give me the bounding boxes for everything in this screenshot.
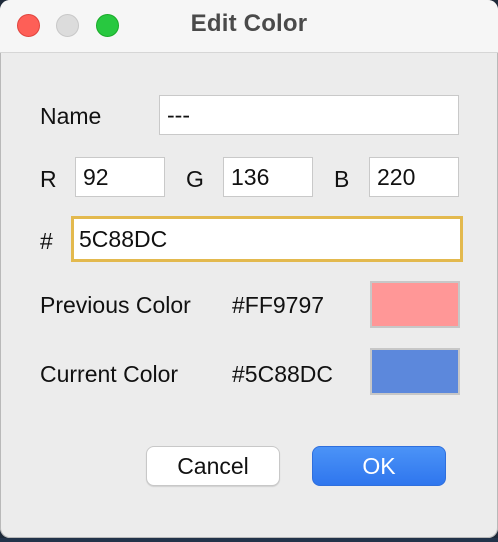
previous-color-label: Previous Color [40, 292, 191, 318]
blue-label: B [334, 166, 350, 192]
title-bar: Edit Color [0, 0, 498, 53]
current-color-swatch [370, 348, 460, 395]
hex-label: # [40, 228, 53, 254]
hex-field[interactable] [71, 216, 463, 262]
blue-field[interactable] [369, 157, 459, 197]
ok-button[interactable]: OK [312, 446, 446, 486]
name-label: Name [40, 103, 102, 129]
current-color-label: Current Color [40, 361, 179, 387]
red-label: R [40, 166, 57, 192]
green-label: G [186, 166, 204, 192]
previous-color-swatch [370, 281, 460, 328]
green-field[interactable] [223, 157, 313, 197]
window-title: Edit Color [190, 10, 308, 37]
previous-color-hex: #FF9797 [232, 292, 325, 318]
edit-color-dialog: Edit Color Name R G B # Previous Color #… [0, 0, 498, 538]
red-field[interactable] [75, 157, 165, 197]
name-field[interactable] [159, 95, 459, 135]
desktop-background [0, 538, 498, 542]
current-color-hex: #5C88DC [232, 361, 333, 387]
cancel-button[interactable]: Cancel [146, 446, 280, 486]
